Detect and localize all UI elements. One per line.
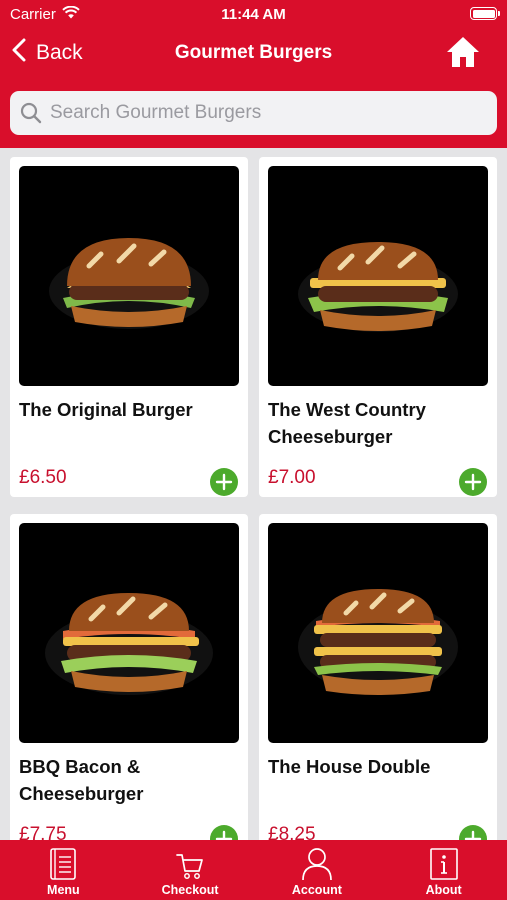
tab-account[interactable]: Account xyxy=(254,840,381,900)
home-button[interactable] xyxy=(445,35,481,74)
product-card[interactable]: The House Double £8.25 xyxy=(259,514,497,840)
app-header: Carrier 11:44 AM Back Gourmet Burgers xyxy=(0,0,507,148)
product-grid: The Original Burger £6.50 The West Count… xyxy=(0,148,507,840)
page-title: Gourmet Burgers xyxy=(174,42,333,63)
product-card[interactable]: The Original Burger £6.50 xyxy=(10,157,248,497)
tab-menu[interactable]: Menu xyxy=(0,840,127,900)
tab-about[interactable]: About xyxy=(380,840,507,900)
tab-account-label: Account xyxy=(291,883,342,897)
search-icon xyxy=(20,102,42,124)
tab-about-label: About xyxy=(425,883,462,897)
product-image xyxy=(19,523,239,743)
tab-checkout-label: Checkout xyxy=(161,883,219,897)
add-to-cart-button[interactable] xyxy=(459,825,487,840)
cart-icon xyxy=(176,854,203,879)
plus-icon xyxy=(215,830,233,840)
status-time: 11:44 AM xyxy=(221,6,286,23)
menu-book-icon xyxy=(50,848,77,880)
product-image xyxy=(268,523,488,743)
person-icon xyxy=(302,848,332,881)
search-bar[interactable] xyxy=(10,91,497,135)
add-to-cart-button[interactable] xyxy=(210,825,238,840)
product-name: The Original Burger xyxy=(19,399,193,420)
product-card[interactable]: The West Country Cheeseburger £7.00 xyxy=(259,157,497,497)
product-name: The House Double xyxy=(268,756,431,777)
add-to-cart-button[interactable] xyxy=(459,468,487,496)
battery-icon xyxy=(470,7,500,20)
product-image xyxy=(268,166,488,386)
product-name: BBQ Bacon & Cheeseburger xyxy=(19,756,144,804)
product-price: £6.50 xyxy=(19,467,67,488)
product-name: The West Country Cheeseburger xyxy=(268,399,426,447)
product-price: £8.25 xyxy=(268,824,316,840)
plus-icon xyxy=(464,830,482,840)
home-icon xyxy=(447,37,479,67)
product-image xyxy=(19,166,239,386)
tab-menu-label: Menu xyxy=(47,883,80,897)
tab-bar: Menu Checkout Account About xyxy=(0,840,507,900)
search-input[interactable] xyxy=(50,102,497,124)
add-to-cart-button[interactable] xyxy=(210,468,238,496)
product-card[interactable]: BBQ Bacon & Cheeseburger £7.75 xyxy=(10,514,248,840)
navigation-bar: Back Gourmet Burgers xyxy=(0,30,507,80)
plus-icon xyxy=(215,473,233,491)
tab-checkout[interactable]: Checkout xyxy=(127,840,254,900)
battery-fill xyxy=(472,9,495,18)
status-bar: Carrier 11:44 AM xyxy=(0,0,507,30)
product-price: £7.75 xyxy=(19,824,67,840)
plus-icon xyxy=(464,473,482,491)
product-price: £7.00 xyxy=(268,467,316,488)
info-icon xyxy=(429,848,458,880)
